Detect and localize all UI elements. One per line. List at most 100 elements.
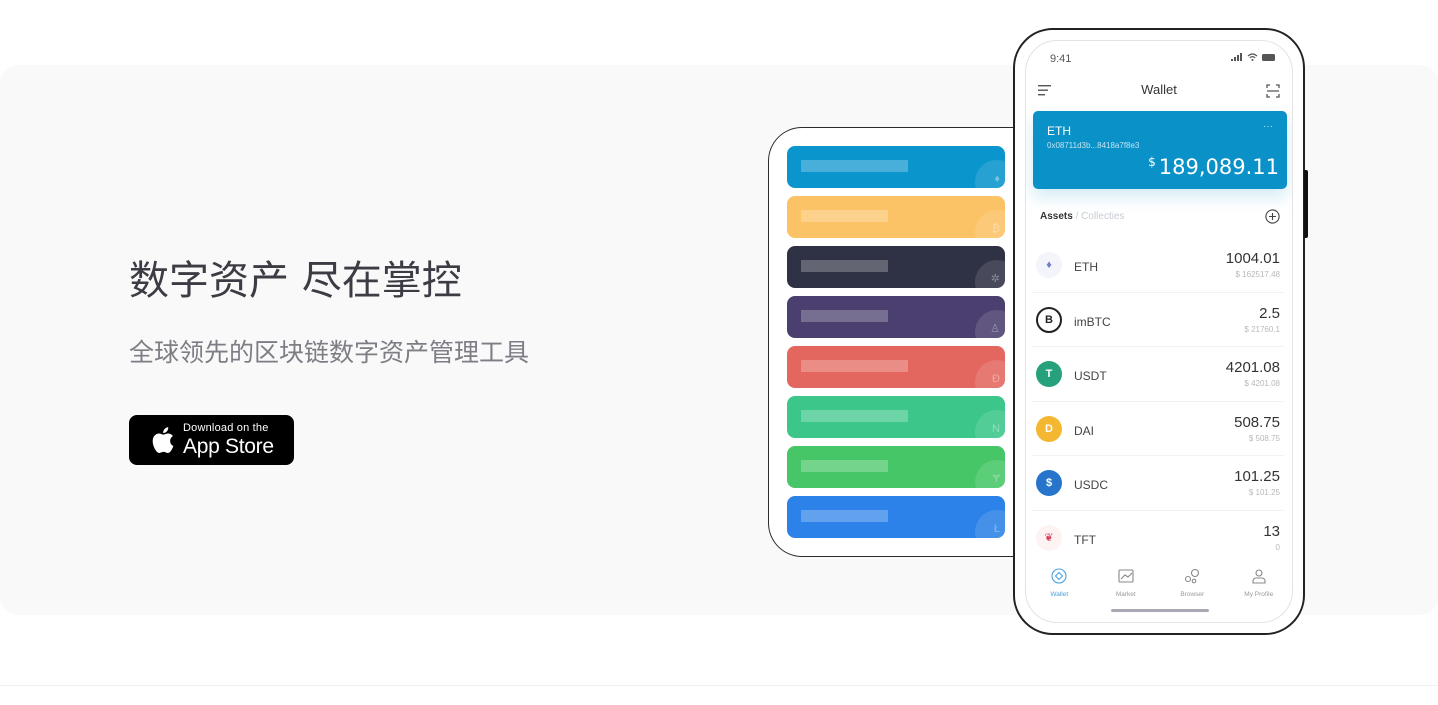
tab-separator: / [1075,211,1079,222]
hero-headline: 数字资产 尽在掌控 [129,258,462,304]
tab-collecties[interactable]: Collecties [1081,211,1124,222]
asset-amount: 1004.01 [1225,250,1280,267]
token-icon: D [1036,415,1062,442]
asset-usd-value: $ 21760.1 [1244,324,1280,334]
asset-amount: 101.25 [1234,468,1280,485]
asset-row[interactable]: D DAI 508.75 $ 508.75 [1032,402,1284,456]
section-divider [0,685,1438,686]
coin-badge [975,210,1005,238]
wallet-card-preview: Ł [787,496,1005,538]
hero-subline: 全球领先的区块链数字资产管理工具 [129,338,530,367]
eth-wallet-card[interactable]: ETH 0x08711d3b...8418a7f8e3 ··· $189,089… [1033,111,1287,189]
asset-symbol: ETH [1074,260,1098,274]
card-label-placeholder [801,260,889,272]
phone-screen: 9:41 Wallet ETH 0x08711d3b...8418a7f8e3 … [1025,40,1293,623]
asset-usd-value: 0 [1275,542,1280,552]
asset-row[interactable]: T USDT 4201.08 $ 4201.08 [1032,347,1284,402]
wallet-card-preview: N [787,396,1005,438]
wallet-card-preview: ♦ [787,146,1005,188]
card-label-placeholder [801,210,889,222]
tab-wallet[interactable]: Wallet [1026,568,1093,608]
tab-market[interactable]: Market [1093,568,1160,608]
tab-label: Market [1115,591,1136,598]
tab-label: My Profile [1244,591,1274,598]
asset-row[interactable]: $ USDC 101.25 $ 101.25 [1032,456,1284,511]
add-asset-icon[interactable] [1265,209,1280,224]
asset-usd-value: $ 101.25 [1248,488,1280,497]
app-store-download-button[interactable]: Download on the App Store [129,415,294,465]
asset-symbol: USDT [1074,369,1107,383]
market-chart-icon [1118,568,1134,589]
tab-my-profile[interactable]: My Profile [1226,568,1293,608]
wallet-card-name: ETH [1047,124,1071,138]
wallet-card-preview: ₿ [787,196,1005,238]
battery-icon [1262,53,1275,61]
coin-badge [975,410,1005,438]
wallet-card-stack: ♦ ₿ ✲ ♙ Ð N Ɏ Ł [787,146,1005,546]
asset-list: ♦ ETH 1004.01 $ 162517.48 B imBTC 2.5 $ 2… [1026,238,1292,565]
asset-amount: 13 [1263,522,1280,540]
appstore-big-label: App Store [183,435,274,458]
page: 数字资产 尽在掌控 全球领先的区块链数字资产管理工具 Download on t… [0,0,1438,705]
tab-label: Browser [1180,591,1205,598]
coin-icon: ✲ [990,273,1000,285]
coin-badge [975,460,1005,488]
signal-icon [1231,53,1242,61]
coin-icon: Ɏ [992,473,1000,485]
asset-symbol: TFT [1074,532,1096,547]
balance-value: 189,089.11 [1158,155,1279,179]
token-icon: $ [1036,470,1062,496]
token-icon: ♦ [1036,252,1062,278]
phone-frame: 9:41 Wallet ETH 0x08711d3b...8418a7f8e3 … [1013,28,1305,635]
status-time: 9:41 [1050,53,1072,65]
card-label-placeholder [801,360,908,372]
asset-row[interactable]: ♦ ETH 1004.01 $ 162517.48 [1032,238,1284,293]
asset-symbol: DAI [1074,423,1095,438]
coin-badge [975,510,1005,538]
wallet-card-balance: $189,089.11 [1148,155,1279,179]
card-label-placeholder [801,510,889,522]
asset-usd-value: $ 4201.08 [1244,379,1280,388]
asset-amount: 2.5 [1259,304,1280,322]
wallet-card-address[interactable]: 0x08711d3b...8418a7f8e3 [1047,141,1139,150]
more-options-icon[interactable]: ··· [1263,121,1273,132]
token-icon: T [1036,361,1062,387]
coin-icon: N [992,423,1000,435]
asset-amount: 4201.08 [1225,359,1280,376]
asset-tabs: Assets / Collecties [1040,211,1125,222]
wallet-card-preview: Ɏ [787,446,1005,488]
apple-icon [152,427,174,453]
asset-row[interactable]: B imBTC 2.5 $ 21760.1 [1032,293,1284,347]
wallet-icon [1051,568,1067,589]
scan-icon[interactable] [1266,84,1280,98]
asset-symbol: imBTC [1074,314,1111,329]
home-indicator [1111,609,1209,612]
wallet-card-preview: ♙ [787,296,1005,338]
appstore-small-label: Download on the [183,422,269,434]
card-label-placeholder [801,310,889,322]
wallet-card-preview: Ð [787,346,1005,388]
coin-icon: ₿ [991,223,1000,235]
nav-title: Wallet [1141,82,1177,97]
token-icon: B [1036,306,1062,333]
coin-icon: Ð [992,373,1000,385]
coin-icon: ♙ [990,323,1000,335]
coin-icon: ♦ [994,173,1000,185]
wifi-icon [1247,53,1258,61]
token-icon: ❦ [1036,524,1062,551]
coin-icon: Ł [993,523,1000,535]
tab-browser[interactable]: Browser [1159,568,1226,608]
asset-usd-value: $ 508.75 [1248,433,1280,443]
card-label-placeholder [801,160,908,172]
asset-row[interactable]: ❦ TFT 13 0 [1032,511,1284,566]
asset-amount: 508.75 [1234,413,1280,431]
browser-bubbles-icon [1184,568,1200,589]
tab-assets[interactable]: Assets [1040,211,1073,222]
currency-symbol: $ [1148,155,1156,169]
coin-badge [975,160,1005,188]
asset-usd-value: $ 162517.48 [1235,270,1281,279]
asset-symbol: USDC [1074,478,1109,492]
card-label-placeholder [801,410,908,422]
wallet-card-preview: ✲ [787,246,1005,288]
status-bar: 9:41 [1026,41,1292,71]
